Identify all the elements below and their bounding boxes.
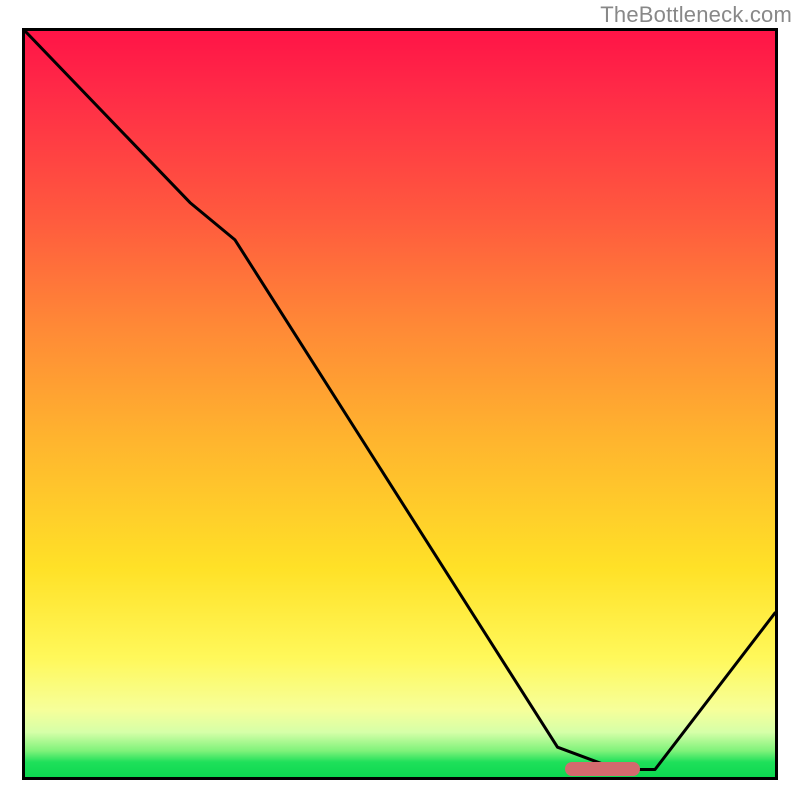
plot-area [22,28,778,780]
curve-path [25,31,775,770]
watermark-text: TheBottleneck.com [600,2,792,28]
chart-container: TheBottleneck.com [0,0,800,800]
bottleneck-curve [25,31,775,777]
optimal-marker [565,762,640,776]
